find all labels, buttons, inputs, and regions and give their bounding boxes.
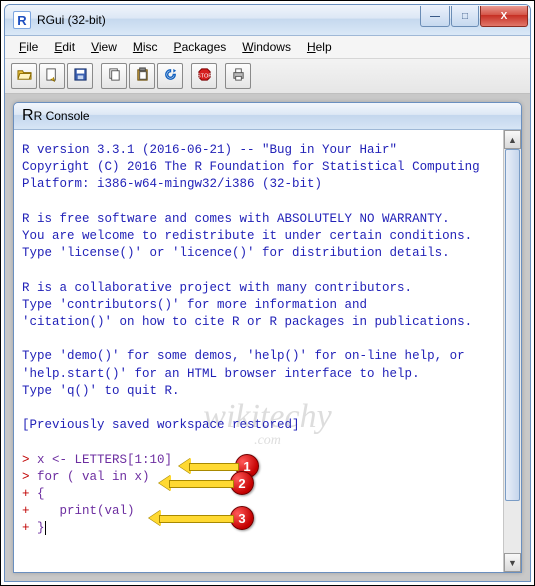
console-line: Platform: i386-w64-mingw32/i386 (32-bit): [22, 177, 322, 191]
console-input-line: x <- LETTERS[1:10]: [37, 453, 172, 467]
paste-button[interactable]: [129, 63, 155, 89]
print-icon: [231, 67, 246, 85]
window-title: RGui (32-bit): [37, 13, 419, 27]
source-icon: [45, 67, 60, 85]
menu-help[interactable]: Help: [299, 38, 340, 56]
console-input-line: for ( val in x): [37, 470, 150, 484]
minimize-button[interactable]: —: [420, 6, 450, 27]
console-app-icon: R: [22, 107, 34, 125]
console-body: wikitechy .com R version 3.3.1 (2016-06-…: [14, 130, 521, 572]
menu-misc[interactable]: Misc: [125, 38, 166, 56]
open-icon: [17, 67, 32, 85]
console-titlebar[interactable]: R R Console: [14, 103, 521, 130]
menu-file[interactable]: File: [11, 38, 46, 56]
console-line: 'help.start()' for an HTML browser inter…: [22, 367, 420, 381]
window-buttons: — □ X: [419, 6, 528, 26]
stop-button[interactable]: STOP: [191, 63, 217, 89]
console-output[interactable]: R version 3.3.1 (2016-06-21) -- "Bug in …: [14, 130, 504, 572]
console-line: Copyright (C) 2016 The R Foundation for …: [22, 160, 480, 174]
maximize-button[interactable]: □: [451, 6, 479, 27]
console-line: 'citation()' on how to cite R or R packa…: [22, 315, 472, 329]
console-window: R R Console wikitechy .com R version 3.3…: [13, 102, 522, 573]
console-line: Type 'contributors()' for more informati…: [22, 298, 367, 312]
stop-icon: STOP: [197, 67, 212, 85]
copy-button[interactable]: [101, 63, 127, 89]
console-line: R is free software and comes with ABSOLU…: [22, 212, 450, 226]
main-window: R RGui (32-bit) — □ X File Edit View Mis…: [4, 4, 531, 582]
prompt: +: [22, 521, 37, 535]
prompt: +: [22, 504, 60, 518]
scroll-down-button[interactable]: ▼: [504, 553, 521, 572]
toolbar: STOP: [5, 59, 530, 94]
console-line: R is a collaborative project with many c…: [22, 281, 412, 295]
copypaste-button[interactable]: [157, 63, 183, 89]
vertical-scrollbar[interactable]: ▲ ▼: [503, 130, 521, 572]
save-button[interactable]: [67, 63, 93, 89]
console-input-line: }: [37, 521, 45, 535]
open-button[interactable]: [11, 63, 37, 89]
print-button[interactable]: [225, 63, 251, 89]
menu-windows[interactable]: Windows: [234, 38, 299, 56]
source-button[interactable]: [39, 63, 65, 89]
svg-text:STOP: STOP: [197, 73, 212, 79]
paste-icon: [135, 67, 150, 85]
console-title: R Console: [34, 109, 90, 123]
menu-edit[interactable]: Edit: [46, 38, 83, 56]
console-line: R version 3.3.1 (2016-06-21) -- "Bug in …: [22, 143, 397, 157]
console-line: [Previously saved workspace restored]: [22, 418, 300, 432]
console-line: You are welcome to redistribute it under…: [22, 229, 472, 243]
close-button[interactable]: X: [480, 6, 528, 27]
prompt: +: [22, 487, 37, 501]
refresh-icon: [163, 67, 178, 85]
console-line: Type 'license()' or 'licence()' for dist…: [22, 246, 450, 260]
console-input-line: print(val): [60, 504, 135, 518]
scroll-up-button[interactable]: ▲: [504, 130, 521, 149]
copy-icon: [107, 67, 122, 85]
text-cursor: [45, 521, 54, 535]
mdi-area: R R Console wikitechy .com R version 3.3…: [5, 94, 530, 581]
scroll-thumb[interactable]: [505, 149, 520, 501]
console-input-line: {: [37, 487, 45, 501]
menubar: File Edit View Misc Packages Windows Hel…: [5, 36, 530, 59]
menu-view[interactable]: View: [83, 38, 125, 56]
console-line: Type 'q()' to quit R.: [22, 384, 180, 398]
save-icon: [73, 67, 88, 85]
prompt: >: [22, 470, 37, 484]
menu-packages[interactable]: Packages: [166, 38, 235, 56]
console-line: Type 'demo()' for some demos, 'help()' f…: [22, 349, 465, 363]
app-icon: R: [13, 11, 31, 29]
titlebar[interactable]: R RGui (32-bit) — □ X: [5, 5, 530, 36]
prompt: >: [22, 453, 37, 467]
